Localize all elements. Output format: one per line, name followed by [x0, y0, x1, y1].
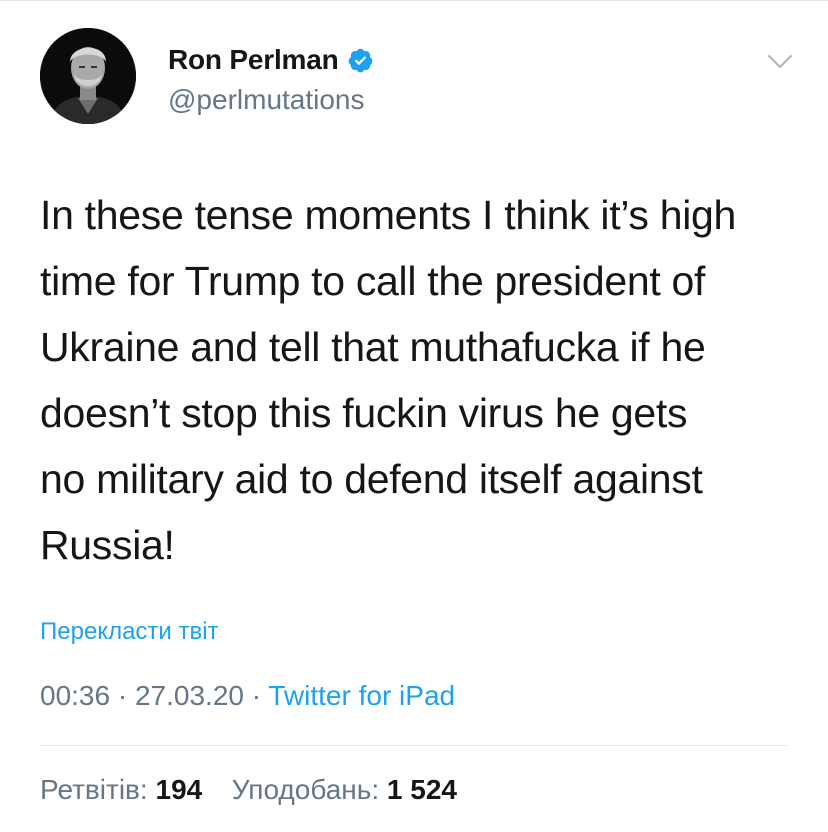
top-border — [0, 0, 828, 1]
likes-stat[interactable]: Уподобань: 1 524 — [232, 774, 457, 805]
meta-separator: · — [251, 680, 262, 711]
tweet-header: Ron Perlman @perlmutations — [40, 28, 800, 136]
tweet-text-line: no military aid to defend itself against — [40, 456, 703, 502]
retweets-label: Ретвітів: — [40, 774, 148, 805]
author-names: Ron Perlman @perlmutations — [168, 42, 374, 116]
tweet-date[interactable]: 27.03.20 — [135, 680, 244, 711]
translate-tweet-link[interactable]: Перекласти твіт — [40, 618, 219, 646]
divider — [40, 745, 788, 746]
tweet-meta: 00:36 · 27.03.20 · Twitter for iPad — [40, 680, 455, 712]
verified-badge-icon — [347, 47, 374, 74]
tweet-text-line: time for Trump to call the president of — [40, 258, 706, 304]
likes-label: Уподобань: — [231, 774, 380, 805]
avatar[interactable] — [40, 28, 136, 124]
tweet-text-line: Ukraine and tell that muthafucka if he — [40, 324, 706, 370]
tweet-text: In these tense moments I think it’s high… — [40, 182, 800, 578]
tweet-text-line: In these tense moments I think it’s high — [40, 192, 737, 238]
retweets-count: 194 — [155, 774, 203, 805]
tweet-text-line: doesn’t stop this fuckin virus he gets — [40, 390, 688, 436]
tweet-text-line: Russia! — [40, 522, 175, 568]
avatar-photo — [40, 28, 136, 124]
display-name[interactable]: Ron Perlman — [168, 44, 339, 76]
author-handle[interactable]: @perlmutations — [168, 84, 374, 116]
tweet-stats: Ретвітів: 194 Уподобань: 1 524 — [40, 774, 457, 806]
tweet-source-link[interactable]: Twitter for iPad — [268, 680, 455, 711]
retweets-stat[interactable]: Ретвітів: 194 — [40, 774, 210, 805]
meta-separator: · — [117, 680, 128, 711]
likes-count: 1 524 — [386, 774, 457, 805]
tweet-time[interactable]: 00:36 — [40, 680, 110, 711]
name-row: Ron Perlman — [168, 42, 374, 78]
chevron-down-icon[interactable] — [763, 44, 797, 78]
